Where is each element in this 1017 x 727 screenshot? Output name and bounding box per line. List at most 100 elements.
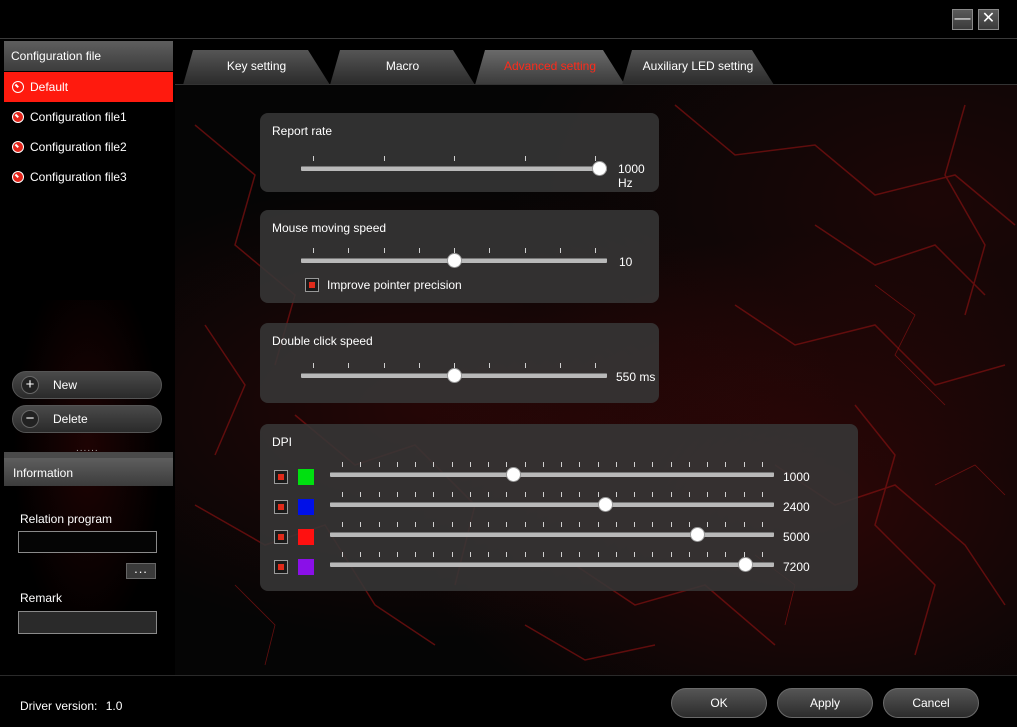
- slider-tick: [615, 522, 617, 527]
- slider-tick: [342, 492, 343, 497]
- slider-tick: [615, 462, 617, 467]
- slider-tick: [469, 462, 471, 467]
- slider-tick: [360, 522, 362, 527]
- slider-tick: [454, 156, 455, 161]
- slider-tick: [762, 522, 763, 527]
- mouse-speed-panel: Mouse moving speed 10 Improve pointer pr…: [260, 210, 659, 303]
- dpi-level-2-color[interactable]: [298, 499, 314, 515]
- new-config-button[interactable]: + New: [12, 371, 162, 399]
- slider-track[interactable]: [330, 502, 774, 507]
- close-button[interactable]: ✕: [978, 9, 999, 30]
- config-item-file1[interactable]: Configuration file1: [4, 102, 173, 132]
- dpi-title: DPI: [272, 435, 293, 449]
- pointer-precision-checkbox[interactable]: [305, 278, 319, 292]
- slider-tick: [451, 552, 453, 557]
- slider-thumb[interactable]: [592, 161, 607, 176]
- dpi-level-1-checkbox[interactable]: [274, 470, 288, 484]
- slider-tick: [595, 363, 596, 368]
- config-item-label: Configuration file1: [30, 110, 127, 124]
- slider-tick: [670, 492, 672, 497]
- config-item-file2[interactable]: Configuration file2: [4, 132, 173, 162]
- slider-tick: [762, 492, 763, 497]
- slider-tick: [542, 522, 544, 527]
- driver-version-label: Driver version:: [20, 699, 98, 713]
- slider-tick: [469, 492, 471, 497]
- slider-tick: [383, 156, 385, 161]
- slider-tick: [506, 522, 508, 527]
- dpi-level-4-color[interactable]: [298, 559, 314, 575]
- slider-tick: [488, 492, 490, 497]
- slider-tick: [559, 248, 561, 253]
- slider-tick: [524, 156, 526, 161]
- tab-auxiliary-led-setting[interactable]: Auxiliary LED setting: [622, 50, 774, 85]
- mouse-speed-title: Mouse moving speed: [272, 221, 387, 235]
- tab-macro[interactable]: Macro: [330, 50, 475, 85]
- apply-button[interactable]: Apply: [777, 688, 873, 718]
- configuration-file-header: Configuration file: [4, 41, 173, 71]
- tab-advanced-setting[interactable]: Advanced setting: [475, 50, 625, 85]
- slider-tick: [524, 462, 526, 467]
- config-item-file3[interactable]: Configuration file3: [4, 162, 173, 192]
- relation-program-input[interactable]: [18, 531, 157, 553]
- config-item-default[interactable]: Default: [4, 72, 173, 102]
- slider-tick: [579, 552, 581, 557]
- slider-tick: [688, 462, 690, 467]
- mouse-speed-value: 10: [619, 255, 633, 269]
- slider-thumb[interactable]: [598, 497, 614, 512]
- slider-tick: [342, 522, 343, 527]
- ok-button[interactable]: OK: [671, 688, 767, 718]
- slider-tick: [561, 522, 563, 527]
- slider-track[interactable]: [330, 562, 774, 567]
- slider-tick: [451, 492, 453, 497]
- relation-program-label: Relation program: [20, 512, 113, 526]
- dpi-level-1-color[interactable]: [298, 469, 314, 485]
- slider-thumb[interactable]: [505, 467, 521, 482]
- cancel-button[interactable]: Cancel: [883, 688, 979, 718]
- minimize-button[interactable]: —: [952, 9, 973, 30]
- slider-track[interactable]: [301, 166, 607, 171]
- report-rate-panel: Report rate 1000 Hz: [260, 113, 659, 192]
- tab-key-setting[interactable]: Key setting: [183, 50, 330, 85]
- slider-tick: [506, 462, 508, 467]
- slider-thumb[interactable]: [737, 557, 753, 572]
- slider-tick: [524, 492, 526, 497]
- slider-tick: [597, 462, 599, 467]
- slider-track[interactable]: [330, 532, 774, 537]
- slider-tick: [383, 248, 385, 253]
- dpi-level-4-checkbox[interactable]: [274, 560, 288, 574]
- slider-tick: [597, 552, 599, 557]
- browse-button[interactable]: ...: [126, 562, 156, 579]
- double-click-value: 550 ms: [616, 370, 656, 384]
- slider-tick: [762, 552, 763, 557]
- slider-tick: [597, 492, 599, 497]
- dpi-level-3-checkbox[interactable]: [274, 530, 288, 544]
- report-rate-title: Report rate: [272, 124, 333, 138]
- slider-tick: [418, 363, 420, 368]
- remark-input[interactable]: [18, 611, 157, 634]
- slider-tick: [342, 552, 343, 557]
- dpi-level-3-color[interactable]: [298, 529, 314, 545]
- slider-track[interactable]: [330, 472, 774, 477]
- slider-thumb[interactable]: [690, 527, 706, 542]
- delete-config-button[interactable]: − Delete: [12, 405, 162, 433]
- slider-tick: [313, 363, 314, 368]
- slider-thumb[interactable]: [446, 368, 462, 383]
- slider-tick: [670, 522, 672, 527]
- dpi-level-1-value: 1000: [783, 470, 810, 484]
- slider-tick: [433, 462, 435, 467]
- mouse-profile-icon: [12, 171, 24, 183]
- slider-tick: [360, 552, 362, 557]
- slider-tick: [652, 462, 654, 467]
- mouse-profile-icon: [12, 111, 24, 123]
- slider-tick: [524, 248, 526, 253]
- slider-tick: [396, 552, 398, 557]
- slider-tick: [542, 552, 544, 557]
- footer-divider: [0, 675, 1017, 676]
- dpi-level-2-checkbox[interactable]: [274, 500, 288, 514]
- slider-tick: [433, 492, 435, 497]
- slider-tick: [725, 522, 727, 527]
- slider-tick: [559, 363, 561, 368]
- slider-thumb[interactable]: [446, 253, 462, 268]
- delete-label: Delete: [53, 412, 88, 426]
- slider-tick: [433, 522, 435, 527]
